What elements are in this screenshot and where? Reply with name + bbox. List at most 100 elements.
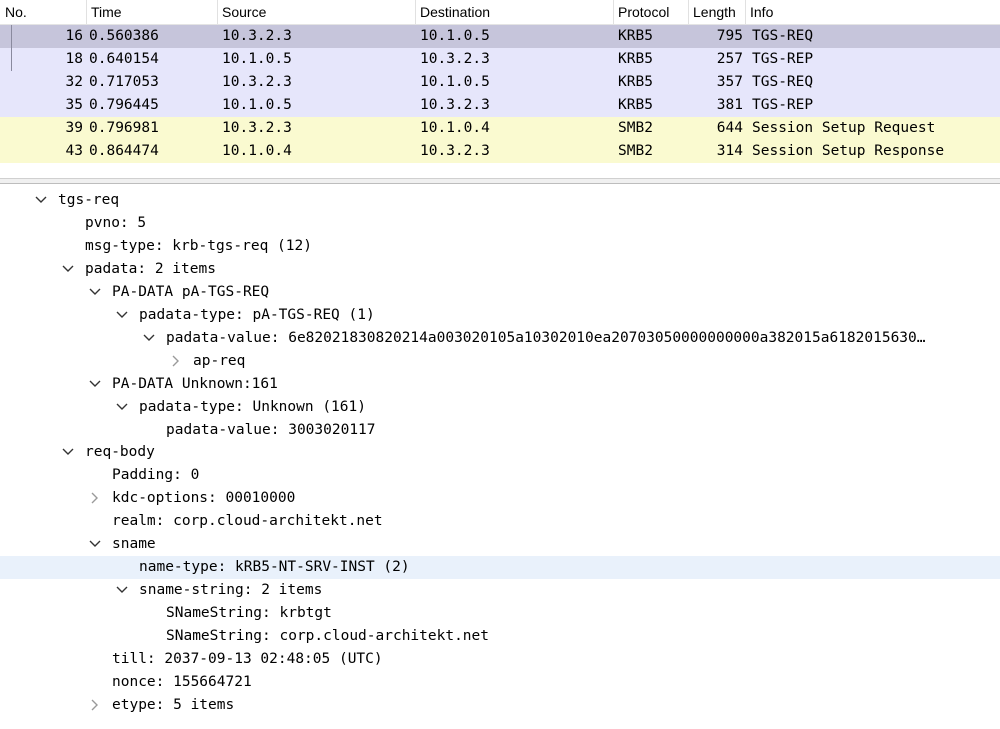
tree-node[interactable]: realm: corp.cloud-architekt.net (0, 510, 1000, 533)
cell-protocol: SMB2 (618, 120, 653, 136)
packet-row[interactable]: 39 0.796981 10.3.2.3 10.1.0.4 SMB2 644 Session… (0, 117, 1000, 140)
tree-node[interactable]: tgs-req (0, 189, 1000, 212)
tree-node-label: etype: 5 items (112, 696, 235, 713)
cell-source: 10.3.2.3 (222, 28, 292, 44)
tree-node-label: ap-req (193, 352, 246, 369)
tree-node-label: padata-value: 6e82021830820214a003020105… (166, 329, 926, 346)
cell-destination: 10.1.0.5 (420, 28, 490, 44)
tree-node[interactable]: Padding: 0 (0, 464, 1000, 487)
packet-row[interactable]: 35 0.796445 10.1.0.5 10.3.2.3 KRB5 381 TGS-REP (0, 94, 1000, 117)
packet-details-tree: tgs-req pvno: 5 msg-type: krb-tgs-req (12)… (0, 186, 1000, 729)
cell-time: 0.560386 (89, 28, 159, 44)
tree-node[interactable]: padata-value: 3003020117 (0, 419, 1000, 442)
tree-node-label: SNameString: krbtgt (166, 605, 332, 622)
tree-node-label: till: 2037-09-13 02:48:05 (UTC) (112, 651, 383, 667)
chevron-down-icon[interactable] (62, 441, 76, 464)
tree-node[interactable]: PA-DATA Unknown:161 (0, 373, 1000, 396)
chevron-down-icon[interactable] (89, 281, 103, 304)
tree-node-label: Padding: 0 (112, 467, 200, 484)
column-length[interactable]: Length (688, 0, 746, 24)
cell-no: 32 (65, 74, 83, 90)
cell-protocol: KRB5 (618, 28, 653, 44)
tree-node[interactable]: sname (0, 533, 1000, 556)
cell-source: 10.1.0.4 (222, 143, 292, 159)
tree-node[interactable]: sname-string: 2 items (0, 579, 1000, 602)
tree-node[interactable]: padata-value: 6e82021830820214a003020105… (0, 327, 1000, 350)
column-no[interactable]: No. (0, 0, 87, 24)
tree-node-label: SNameString: corp.cloud-architekt.net (166, 628, 490, 645)
chevron-down-icon[interactable] (116, 304, 130, 327)
tree-node-label: pvno: 5 (85, 214, 147, 231)
cell-info: Session Setup Response (752, 143, 945, 159)
tree-node[interactable]: PA-DATA pA-TGS-REQ (0, 281, 1000, 304)
chevron-down-icon[interactable] (35, 189, 49, 212)
cell-destination: 10.1.0.4 (420, 120, 490, 136)
tree-node[interactable]: ap-req (0, 350, 1000, 373)
chevron-down-icon[interactable] (89, 373, 103, 396)
packet-row[interactable]: 18 0.640154 10.1.0.5 10.3.2.3 KRB5 257 TGS-REP (0, 48, 1000, 71)
column-time[interactable]: Time (86, 0, 218, 24)
packet-row[interactable]: 43 0.864474 10.1.0.4 10.3.2.3 SMB2 314 Session… (0, 140, 1000, 163)
tree-node[interactable]: padata: 2 items (0, 258, 1000, 281)
cell-source: 10.1.0.5 (222, 97, 292, 113)
cell-protocol: SMB2 (618, 143, 653, 159)
chevron-right-icon[interactable] (170, 350, 184, 373)
cell-time: 0.717053 (89, 74, 159, 90)
packet-row[interactable]: 32 0.717053 10.3.2.3 10.1.0.5 KRB5 357 TGS-REQ (0, 71, 1000, 94)
tree-node[interactable]: kdc-options: 00010000 (0, 487, 1000, 510)
column-protocol[interactable]: Protocol (613, 0, 689, 24)
tree-node-label: padata: 2 items (85, 260, 216, 277)
cell-length: 257 (716, 51, 743, 67)
tree-node[interactable]: padata-type: Unknown (161) (0, 396, 1000, 419)
column-destination[interactable]: Destination (415, 0, 613, 24)
tree-node[interactable]: etype: 5 items (0, 694, 1000, 717)
packet-row-selected[interactable]: 16 0.560386 10.3.2.3 10.1.0.5 KRB5 795 TGS-REQ (0, 25, 1000, 48)
cell-time: 0.796981 (89, 120, 159, 136)
tree-node-label: tgs-req (58, 192, 120, 208)
tree-node-label: PA-DATA Unknown:161 (112, 375, 278, 392)
cell-source: 10.3.2.3 (222, 74, 292, 90)
tree-node[interactable]: name-type: kRB5-NT-SRV-INST (2) (0, 556, 1000, 580)
tree-node-label: nonce: 155664721 (112, 673, 252, 690)
packet-list: No. Time Source Destination Protocol Len… (0, 0, 1000, 180)
chevron-down-icon[interactable] (89, 533, 103, 556)
cell-info: Session Setup Request (752, 120, 936, 136)
tree-node[interactable]: nonce: 155664721 (0, 671, 1000, 694)
column-header: No. Time Source Destination Protocol Len… (0, 0, 1000, 25)
chevron-down-icon[interactable] (116, 396, 130, 419)
cell-length: 795 (716, 28, 743, 44)
cell-source: 10.3.2.3 (222, 120, 292, 136)
column-source[interactable]: Source (217, 0, 415, 24)
cell-no: 39 (65, 120, 83, 136)
tree-node[interactable]: padata-type: pA-TGS-REQ (1) (0, 304, 1000, 327)
tree-node[interactable]: pvno: 5 (0, 212, 1000, 235)
chevron-right-icon[interactable] (89, 487, 103, 510)
cell-length: 357 (716, 74, 743, 90)
tree-node[interactable]: SNameString: krbtgt (0, 602, 1000, 625)
cell-length: 314 (716, 143, 743, 159)
cell-info: TGS-REP (752, 97, 814, 113)
cell-no: 43 (65, 143, 83, 159)
chevron-down-icon[interactable] (143, 327, 157, 350)
cell-protocol: KRB5 (618, 51, 653, 67)
chevron-down-icon[interactable] (62, 258, 76, 281)
cell-protocol: KRB5 (618, 74, 653, 90)
cell-length: 644 (716, 120, 743, 136)
chevron-down-icon[interactable] (116, 579, 130, 602)
tree-node-label: realm: corp.cloud-architekt.net (112, 513, 383, 530)
tree-node[interactable]: SNameString: corp.cloud-architekt.net (0, 625, 1000, 648)
tree-node[interactable]: req-body (0, 441, 1000, 464)
tree-node-label: req-body (85, 444, 155, 461)
cell-no: 18 (65, 51, 83, 67)
chevron-right-icon[interactable] (89, 694, 103, 717)
cell-source: 10.1.0.5 (222, 51, 292, 67)
tree-node[interactable]: till: 2037-09-13 02:48:05 (UTC) (0, 648, 1000, 671)
tree-node-label: padata-value: 3003020117 (166, 421, 376, 438)
pane-splitter[interactable] (0, 178, 1000, 184)
tree-node[interactable]: msg-type: krb-tgs-req (12) (0, 235, 1000, 258)
cell-info: TGS-REQ (752, 74, 814, 90)
tree-node-label: padata-type: pA-TGS-REQ (1) (139, 306, 375, 323)
packet-rows: 16 0.560386 10.3.2.3 10.1.0.5 KRB5 795 TGS-REQ… (0, 25, 1000, 163)
cell-time: 0.864474 (89, 143, 159, 159)
column-info[interactable]: Info (745, 0, 1000, 24)
